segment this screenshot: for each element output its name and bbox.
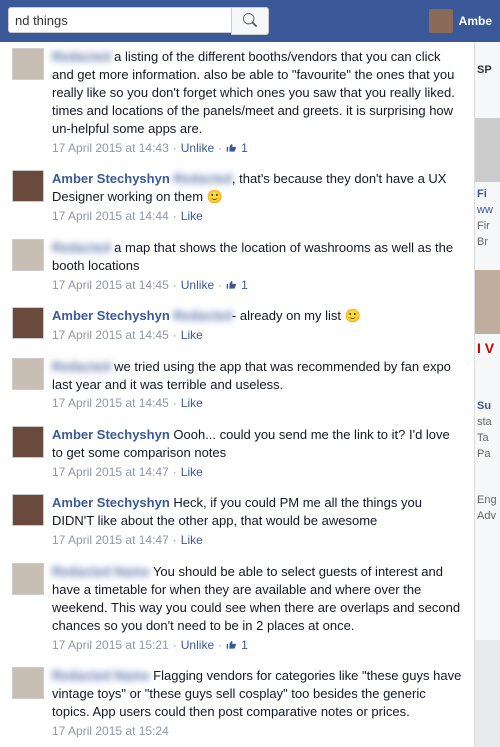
comment-author[interactable]: Redacted Name xyxy=(52,667,150,685)
comment-meta: 17 April 2015 at 14:45 · Like xyxy=(52,395,462,418)
timestamp[interactable]: 17 April 2015 at 15:24 xyxy=(52,723,169,740)
comment-text: - already on my list xyxy=(232,308,341,323)
like-count[interactable]: 1 xyxy=(241,277,248,294)
sidebar-snippet: sta xyxy=(475,414,500,430)
avatar[interactable] xyxy=(12,667,44,699)
timestamp[interactable]: 17 April 2015 at 14:45 xyxy=(52,327,169,344)
comment: Redacted a listing of the different boot… xyxy=(0,42,474,164)
comment-author[interactable]: Amber Stechyshyn xyxy=(52,308,170,323)
comment: Amber Stechyshyn Oooh... could you send … xyxy=(0,420,474,488)
avatar[interactable] xyxy=(12,426,44,458)
smile-icon: 🙂 xyxy=(203,189,223,204)
thumbs-up-icon[interactable] xyxy=(226,140,237,157)
comment: Amber Stechyshyn Heck, if you could PM m… xyxy=(0,488,474,556)
smile-icon: 🙂 xyxy=(341,308,361,323)
comment-text: a listing of the different booths/vendor… xyxy=(52,49,455,136)
unlike-link[interactable]: Unlike xyxy=(181,140,214,157)
comment-meta: 17 April 2015 at 14:45 · Unlike · 1 xyxy=(52,277,462,300)
timestamp[interactable]: 17 April 2015 at 14:47 xyxy=(52,464,169,481)
like-link[interactable]: Like xyxy=(181,464,203,481)
unlike-link[interactable]: Unlike xyxy=(181,637,214,654)
mention[interactable]: Redacted xyxy=(173,170,232,188)
comment-author[interactable]: Amber Stechyshyn xyxy=(52,427,170,442)
comment: Amber Stechyshyn Redacted, that's becaus… xyxy=(0,164,474,232)
comment: Redacted a map that shows the location o… xyxy=(0,233,474,301)
like-count[interactable]: 1 xyxy=(241,637,248,654)
avatar[interactable] xyxy=(12,563,44,595)
timestamp[interactable]: 17 April 2015 at 15:21 xyxy=(52,637,169,654)
comment-meta: 17 April 2015 at 14:45 · Like xyxy=(52,327,462,350)
comment-list: Redacted a listing of the different boot… xyxy=(0,42,475,747)
comment-meta: 17 April 2015 at 14:43 · Unlike · 1 xyxy=(52,140,462,163)
sidebar-snippet[interactable]: Eng xyxy=(475,492,500,508)
sidebar-snippet[interactable]: ww xyxy=(475,202,500,218)
comment-meta: 17 April 2015 at 14:44 · Like xyxy=(52,208,462,231)
right-column: SP Fi ww Fir Br I V Su sta Ta Pa Eng Adv xyxy=(474,42,500,640)
comment-meta: 17 April 2015 at 14:47 · Like xyxy=(52,464,462,487)
avatar[interactable] xyxy=(12,48,44,80)
comment-meta: 17 April 2015 at 15:24 xyxy=(52,723,462,746)
sidebar-snippet[interactable]: I V xyxy=(475,338,500,358)
comment: Redacted we tried using the app that was… xyxy=(0,352,474,420)
sidebar-image xyxy=(475,118,500,182)
sidebar-snippet[interactable]: Adv xyxy=(475,508,500,524)
thumbs-up-icon[interactable] xyxy=(226,637,237,654)
comment-author[interactable]: Amber Stechyshyn xyxy=(52,171,170,186)
avatar[interactable] xyxy=(12,307,44,339)
like-link[interactable]: Like xyxy=(181,327,203,344)
like-link[interactable]: Like xyxy=(181,532,203,549)
comment-text: a map that shows the location of washroo… xyxy=(52,240,453,273)
thumbs-up-icon[interactable] xyxy=(226,277,237,294)
timestamp[interactable]: 17 April 2015 at 14:43 xyxy=(52,140,169,157)
search-button[interactable] xyxy=(231,7,269,35)
search-input[interactable] xyxy=(8,7,231,33)
comment-author[interactable]: Redacted xyxy=(52,239,111,257)
top-nav: Ambe xyxy=(0,0,500,42)
sidebar-snippet: SP xyxy=(475,62,500,78)
comment-author[interactable]: Redacted xyxy=(52,48,111,66)
comment: Redacted Name Flagging vendors for categ… xyxy=(0,661,474,747)
timestamp[interactable]: 17 April 2015 at 14:45 xyxy=(52,277,169,294)
sidebar-snippet: Br xyxy=(475,234,500,250)
user-chip[interactable]: Ambe xyxy=(429,9,492,33)
like-link[interactable]: Like xyxy=(181,395,203,412)
avatar[interactable] xyxy=(12,170,44,202)
avatar xyxy=(429,9,453,33)
sidebar-snippet: Fir xyxy=(475,218,500,234)
sidebar-snippet[interactable]: Su xyxy=(475,398,500,414)
timestamp[interactable]: 17 April 2015 at 14:44 xyxy=(52,208,169,225)
like-link[interactable]: Like xyxy=(181,208,203,225)
comment: Amber Stechyshyn Redacted- already on my… xyxy=(0,301,474,351)
comment-author[interactable]: Redacted xyxy=(52,358,111,376)
avatar[interactable] xyxy=(12,239,44,271)
sidebar-snippet[interactable]: Fi xyxy=(475,186,500,202)
comment-author[interactable]: Amber Stechyshyn xyxy=(52,495,170,510)
sidebar-snippet: Ta xyxy=(475,430,500,446)
comment: Redacted Name You should be able to sele… xyxy=(0,557,474,661)
search-box xyxy=(8,7,269,35)
avatar[interactable] xyxy=(12,358,44,390)
user-name: Ambe xyxy=(459,14,492,28)
mention[interactable]: Redacted xyxy=(173,307,232,325)
like-count[interactable]: 1 xyxy=(241,140,248,157)
sidebar-image xyxy=(475,270,500,334)
comment-meta: 17 April 2015 at 14:47 · Like xyxy=(52,532,462,555)
timestamp[interactable]: 17 April 2015 at 14:45 xyxy=(52,395,169,412)
search-icon xyxy=(243,13,257,30)
comment-text: we tried using the app that was recommen… xyxy=(52,359,451,392)
comment-author[interactable]: Redacted Name xyxy=(52,563,150,581)
avatar[interactable] xyxy=(12,494,44,526)
sidebar-snippet: Pa xyxy=(475,446,500,462)
timestamp[interactable]: 17 April 2015 at 14:47 xyxy=(52,532,169,549)
unlike-link[interactable]: Unlike xyxy=(181,277,214,294)
